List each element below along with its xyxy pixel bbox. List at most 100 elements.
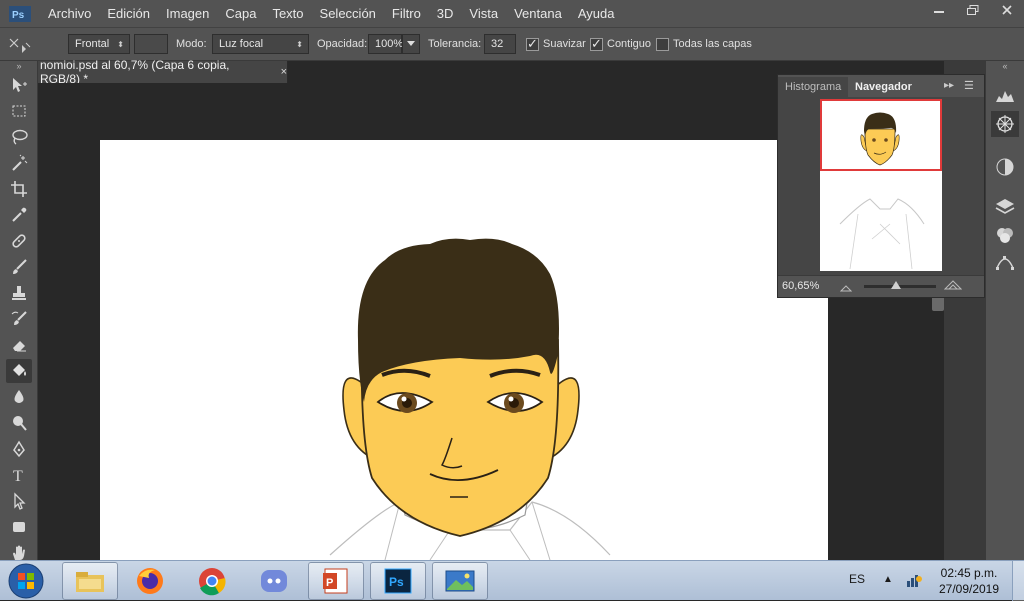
chevron-down-icon xyxy=(407,41,415,46)
mode-select[interactable]: Luz focal ⬍ xyxy=(212,34,309,54)
all-layers-checkbox[interactable] xyxy=(656,38,669,51)
zoom-out-icon[interactable] xyxy=(839,281,853,295)
right-dock: « xyxy=(986,61,1024,560)
adjustments-panel-icon[interactable] xyxy=(991,155,1019,179)
start-button[interactable] xyxy=(4,562,48,600)
taskbar-discord[interactable] xyxy=(246,562,302,600)
collapse-dock-icon[interactable]: « xyxy=(988,61,1022,71)
menu-filtro[interactable]: Filtro xyxy=(384,0,429,27)
paint-bucket-preset-icon[interactable] xyxy=(6,35,34,58)
tolerance-input[interactable]: 32 xyxy=(484,34,516,54)
pen-tool-icon[interactable] xyxy=(6,437,32,461)
smooth-label: Suavizar xyxy=(543,38,586,50)
move-tool-icon[interactable] xyxy=(6,73,32,97)
menu-bar: Ps Archivo Edición Imagen Capa Texto Selecció… xyxy=(0,0,1024,27)
menu-archivo[interactable]: Archivo xyxy=(40,0,99,27)
character-drawing xyxy=(329,238,611,560)
taskbar-photoshop[interactable]: Ps xyxy=(370,562,426,600)
lasso-tool-icon[interactable] xyxy=(6,125,32,149)
tab-navigator-label: Navegador xyxy=(855,81,912,93)
photoshop-logo-icon[interactable]: Ps xyxy=(0,0,40,27)
path-selection-tool-icon[interactable] xyxy=(6,489,32,513)
window-controls xyxy=(922,0,1024,20)
clock-date[interactable]: 27/09/2019 xyxy=(934,582,1004,596)
menu-3d[interactable]: 3D xyxy=(429,0,462,27)
marquee-tool-icon[interactable] xyxy=(6,99,32,123)
svg-text:P: P xyxy=(326,577,333,589)
contiguous-label: Contiguo xyxy=(607,38,652,50)
taskbar: P Ps ES ▲ 02:45 p.m. 27/09/2019 xyxy=(0,560,1024,601)
zoom-value: 60,65% xyxy=(782,280,820,292)
type-tool-icon[interactable]: T xyxy=(6,463,32,487)
document-tab[interactable]: nomioi.psd al 60,7% (Capa 6 copia, RGB/8… xyxy=(38,58,288,86)
navigator-zoom-bar: 60,65% xyxy=(778,275,984,297)
svg-text:T: T xyxy=(13,468,23,484)
navigator-panel: Histograma Navegador ▸▸ ☰ 60,65% xyxy=(777,74,985,298)
language-indicator[interactable]: ES xyxy=(849,572,865,586)
show-hidden-icons-icon[interactable]: ▲ xyxy=(883,574,893,585)
zoom-in-icon[interactable] xyxy=(943,279,963,293)
histogram-panel-icon[interactable] xyxy=(991,85,1019,107)
menu-ventana[interactable]: Ventana xyxy=(506,0,570,27)
taskbar-explorer[interactable] xyxy=(62,562,118,600)
close-icon[interactable] xyxy=(990,0,1024,20)
svg-text:Ps: Ps xyxy=(389,575,404,589)
opacity-dropdown-button[interactable] xyxy=(402,34,420,54)
dodge-tool-icon[interactable] xyxy=(6,411,32,435)
layers-panel-icon[interactable] xyxy=(991,195,1019,219)
crop-tool-icon[interactable] xyxy=(6,177,32,201)
show-desktop-button[interactable] xyxy=(1012,561,1024,601)
taskbar-photo-viewer[interactable] xyxy=(432,562,488,600)
healing-brush-tool-icon[interactable] xyxy=(6,229,32,253)
contiguous-checkbox[interactable] xyxy=(590,36,603,52)
opacity-input[interactable]: 100% xyxy=(368,34,403,54)
menu-seleccion[interactable]: Selección xyxy=(312,0,384,27)
navigator-view-box[interactable] xyxy=(820,99,942,171)
blur-tool-icon[interactable] xyxy=(6,385,32,409)
clock-time[interactable]: 02:45 p.m. xyxy=(934,566,1004,580)
smooth-checkbox[interactable] xyxy=(526,36,539,52)
shape-tool-icon[interactable] xyxy=(6,515,32,539)
channels-panel-icon[interactable] xyxy=(991,223,1019,247)
eraser-tool-icon[interactable] xyxy=(6,333,32,357)
history-brush-tool-icon[interactable] xyxy=(6,307,32,331)
menu-capa[interactable]: Capa xyxy=(217,0,264,27)
network-status-icon[interactable] xyxy=(905,573,923,592)
menu-vista[interactable]: Vista xyxy=(461,0,506,27)
tab-navigator[interactable]: Navegador xyxy=(848,77,919,97)
restore-icon[interactable] xyxy=(956,0,990,20)
taskbar-powerpoint[interactable]: P xyxy=(308,562,364,600)
close-icon[interactable]: × xyxy=(281,66,287,78)
taskbar-firefox[interactable] xyxy=(122,562,178,600)
fill-source-select[interactable]: Frontal ⬍ xyxy=(68,34,130,54)
menu-texto[interactable]: Texto xyxy=(264,0,311,27)
all-layers-label: Todas las capas xyxy=(673,38,752,50)
pattern-picker[interactable] xyxy=(134,34,168,54)
panel-menu-icon[interactable]: ☰ xyxy=(964,79,974,92)
options-bar: Frontal ⬍ Modo: Luz focal ⬍ Opacidad: 10… xyxy=(0,27,1024,61)
stamp-tool-icon[interactable] xyxy=(6,281,32,305)
chrome-icon xyxy=(199,568,226,596)
eyedropper-tool-icon[interactable] xyxy=(6,203,32,227)
paint-bucket-tool-icon[interactable] xyxy=(6,359,32,383)
navigator-panel-icon[interactable] xyxy=(991,111,1019,137)
collapse-panel-icon[interactable]: » xyxy=(2,61,36,71)
folder-icon xyxy=(76,572,104,592)
firefox-icon xyxy=(137,568,163,594)
tab-histogram[interactable]: Histograma xyxy=(778,77,849,97)
menu-imagen[interactable]: Imagen xyxy=(158,0,217,27)
menu-edicion[interactable]: Edición xyxy=(99,0,158,27)
windows-start-icon xyxy=(8,563,44,599)
paths-panel-icon[interactable] xyxy=(991,251,1019,275)
minimize-icon[interactable] xyxy=(922,0,956,20)
mode-value: Luz focal xyxy=(219,38,264,50)
zoom-slider-thumb[interactable] xyxy=(891,281,902,289)
expand-panel-icon[interactable]: ▸▸ xyxy=(944,80,954,91)
image-canvas[interactable] xyxy=(100,140,828,560)
brush-tool-icon[interactable] xyxy=(6,255,32,279)
zoom-slider-track[interactable] xyxy=(864,281,936,289)
magic-wand-tool-icon[interactable] xyxy=(6,151,32,175)
image-viewer-icon xyxy=(445,570,475,592)
taskbar-chrome[interactable] xyxy=(184,562,240,600)
menu-ayuda[interactable]: Ayuda xyxy=(570,0,623,27)
